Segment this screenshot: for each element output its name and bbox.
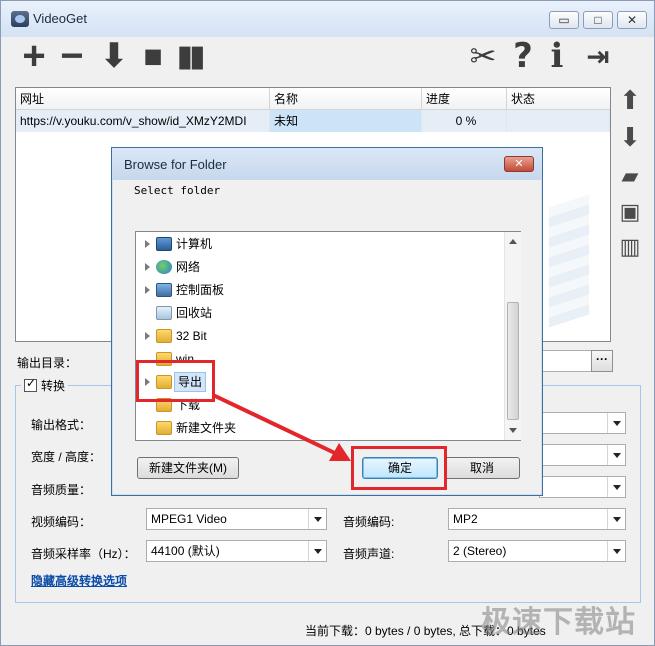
highlight-box-ok <box>351 446 447 490</box>
add-icon[interactable]: + <box>16 36 52 76</box>
minimize-icon: ▭ <box>558 13 570 27</box>
dialog-prompt: Select folder <box>134 184 221 197</box>
info-icon[interactable]: i <box>539 36 575 76</box>
size-select[interactable] <box>539 444 626 466</box>
chevron-down-icon <box>308 509 326 529</box>
sample-rate-select[interactable]: 44100 (默认) <box>146 540 327 562</box>
tree-item-label: 网络 <box>176 260 201 274</box>
audio-quality-select[interactable] <box>539 476 626 498</box>
row-status <box>507 110 610 132</box>
video-codec-label: 视频编码： <box>31 515 92 529</box>
output-dir-label: 输出目录： <box>17 356 78 370</box>
control-panel-icon <box>156 283 172 297</box>
chevron-down-icon <box>607 445 625 465</box>
audio-codec-value: MP2 <box>453 512 478 526</box>
expand-arrow-icon[interactable] <box>145 240 150 248</box>
audio-quality-label: 音频质量： <box>31 483 92 497</box>
remove-icon[interactable]: − <box>54 36 90 76</box>
exit-icon[interactable]: ⇥ <box>580 39 616 73</box>
pause-icon[interactable]: ▮▮ <box>171 39 207 73</box>
sample-rate-label: 音频采样率（Hz）： <box>31 547 136 561</box>
cancel-button[interactable]: 取消 <box>444 457 520 479</box>
settings-tools-icon[interactable]: ✂ <box>465 38 501 74</box>
help-icon[interactable]: ? <box>505 36 541 76</box>
move-down-icon[interactable]: ⬇ <box>615 122 645 152</box>
dialog-title: Browse for Folder <box>124 157 227 172</box>
tree-item-label: 回收站 <box>176 306 213 320</box>
chevron-down-icon <box>308 541 326 561</box>
chevron-down-icon <box>607 477 625 497</box>
chevron-down-icon <box>607 413 625 433</box>
scroll-up-icon[interactable] <box>509 239 517 244</box>
audio-codec-label: 音频编码: <box>343 515 395 529</box>
row-name: 未知 <box>270 110 422 132</box>
delete-icon[interactable]: ▥ <box>615 232 645 262</box>
highlight-box-export <box>136 360 215 402</box>
network-icon <box>156 260 172 274</box>
format-label: 输出格式： <box>31 418 92 432</box>
expand-arrow-icon[interactable] <box>145 263 150 271</box>
chevron-down-icon <box>607 509 625 529</box>
minimize-button[interactable]: ▭ <box>549 11 579 29</box>
tree-item-label: 计算机 <box>176 237 213 251</box>
column-header-name[interactable]: 名称 <box>270 88 422 110</box>
film-strip-decoration <box>549 194 589 328</box>
audio-codec-select[interactable]: MP2 <box>448 508 626 530</box>
chevron-down-icon <box>607 541 625 561</box>
channels-select[interactable]: 2 (Stereo) <box>448 540 626 562</box>
size-label: 宽度 / 高度： <box>31 450 102 464</box>
close-icon: ✕ <box>626 13 638 27</box>
save-icon[interactable]: ▣ <box>615 197 645 227</box>
video-codec-select[interactable]: MPEG1 Video <box>146 508 327 530</box>
dialog-title-bar[interactable]: Browse for Folder ✕ <box>112 148 542 180</box>
close-button[interactable]: ✕ <box>617 11 647 29</box>
format-select[interactable] <box>539 412 626 434</box>
maximize-icon: □ <box>594 13 602 27</box>
computer-icon <box>156 237 172 251</box>
open-folder-icon[interactable]: ▰ <box>615 161 645 191</box>
expand-arrow-icon[interactable] <box>145 332 150 340</box>
expand-arrow-icon[interactable] <box>145 286 150 294</box>
folder-icon <box>156 329 172 343</box>
tree-item-label: 控制面板 <box>176 283 225 297</box>
list-header: 网址 名称 进度 状态 <box>16 88 610 110</box>
maximize-button[interactable]: □ <box>583 11 613 29</box>
table-row[interactable]: https://v.youku.com/v_show/id_XMzY2MDI 未… <box>16 110 610 132</box>
channels-label: 音频声道: <box>343 547 395 561</box>
stop-icon[interactable]: ■ <box>135 38 171 74</box>
window-title: VideoGet <box>33 11 87 26</box>
dialog-close-button[interactable]: ✕ <box>504 156 534 172</box>
hide-advanced-options-link[interactable]: 隐藏高级转换选项 <box>31 572 127 589</box>
folder-icon <box>156 421 172 435</box>
recycle-bin-icon <box>156 306 172 320</box>
download-icon[interactable]: ⬇ <box>96 37 132 75</box>
sample-rate-value: 44100 (默认) <box>151 544 220 558</box>
browse-button[interactable]: ··· <box>591 350 613 372</box>
watermark: 极速下载站 <box>481 606 636 639</box>
scroll-down-icon[interactable] <box>509 428 517 433</box>
tree-item-label: 32 Bit <box>176 329 207 343</box>
convert-checkbox[interactable] <box>24 376 37 392</box>
channels-value: 2 (Stereo) <box>453 544 507 558</box>
tree-scrollbar[interactable] <box>504 232 521 440</box>
column-header-status[interactable]: 状态 <box>507 88 610 110</box>
app-icon <box>11 11 29 27</box>
annotation-arrow <box>212 393 351 461</box>
main-window: VideoGet ▭ □ ✕ + − ⬇ ■ ▮▮ ✂ ? i ⇥ 网址 名称 … <box>0 0 655 646</box>
convert-toggle[interactable]: 转换 <box>21 376 69 394</box>
move-up-icon[interactable]: ⬆ <box>615 85 645 115</box>
convert-label: 转换 <box>41 379 66 393</box>
title-bar[interactable]: VideoGet ▭ □ ✕ <box>1 1 654 37</box>
column-header-progress[interactable]: 进度 <box>422 88 507 110</box>
video-codec-value: MPEG1 Video <box>151 512 227 526</box>
column-header-url[interactable]: 网址 <box>16 88 270 110</box>
scroll-thumb[interactable] <box>507 302 519 420</box>
row-progress: 0 % <box>422 110 507 132</box>
row-url: https://v.youku.com/v_show/id_XMzY2MDI <box>16 110 270 132</box>
